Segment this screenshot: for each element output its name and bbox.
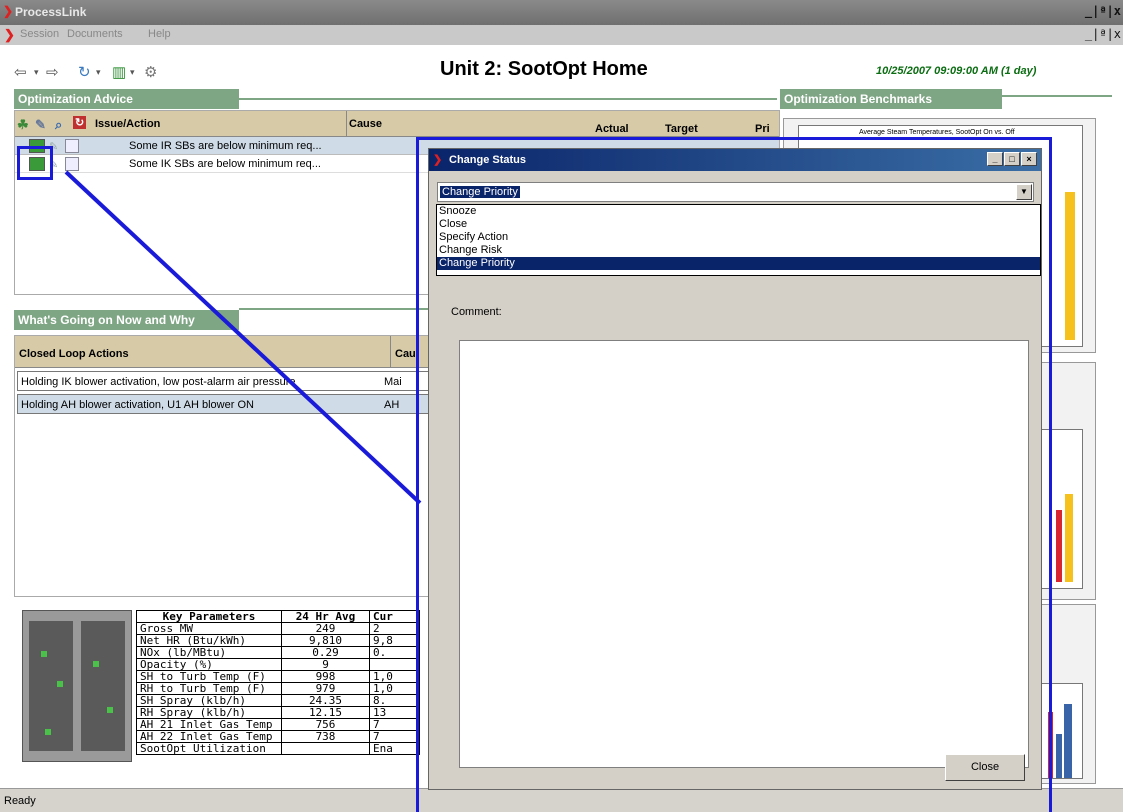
option-change-priority[interactable]: Change Priority [437,257,1040,270]
close-icon[interactable]: × [1021,152,1037,166]
dialog-title-bar: ❯ Change Status _ □ × [429,149,1041,171]
dialog-title: Change Status [449,154,527,166]
comment-label: Comment: [451,306,502,318]
connector-line [64,170,422,505]
option-specify-action[interactable]: Specify Action [437,231,1040,244]
selected-option: Change Priority [440,186,520,198]
status-select[interactable]: Change Priority ▼ [437,182,1034,202]
minimize-icon[interactable]: _ [987,152,1003,166]
option-snooze[interactable]: Snooze [437,205,1040,218]
option-change-risk[interactable]: Change Risk [437,244,1040,257]
chevron-down-icon[interactable]: ▼ [1016,184,1032,200]
status-options-list: Snooze Close Specify Action Change Risk … [436,204,1041,276]
option-close[interactable]: Close [437,218,1040,231]
close-button[interactable]: Close [945,754,1025,781]
dialog-app-icon: ❯ [433,154,443,166]
comment-textarea[interactable] [459,340,1029,768]
maximize-icon[interactable]: □ [1004,152,1020,166]
